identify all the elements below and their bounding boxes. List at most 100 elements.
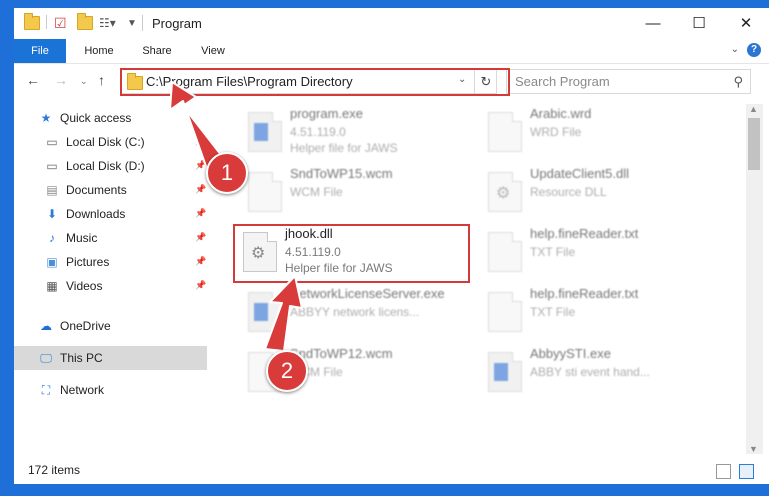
file-name: SndToWP12.wcm: [290, 346, 393, 361]
sidebar-item-quick-access[interactable]: ★ Quick access: [14, 106, 207, 130]
sidebar-item-downloads[interactable]: ⬇ Downloads 📌: [14, 202, 207, 226]
file-item-program-exe[interactable]: program.exe 4.51.119.0 Helper file for J…: [242, 104, 477, 164]
blank-file-icon: [248, 172, 282, 212]
expand-ribbon-icon[interactable]: ⌄: [731, 44, 739, 55]
address-folder-icon: [127, 73, 143, 90]
sidebar-item-pictures[interactable]: ▣ Pictures 📌: [14, 250, 207, 274]
exe-file-icon: [248, 292, 282, 332]
file-item-jhook-dll[interactable]: jhook.dll 4.51.119.0 Helper file for JAW…: [237, 224, 472, 284]
file-item-help-finereader-txt[interactable]: help.fineReader.txt TXT File: [482, 224, 717, 284]
blank-file-icon: [488, 292, 522, 332]
file-name: AbbyySTI.exe: [530, 346, 611, 361]
file-type: WCM File: [290, 185, 343, 199]
file-version: 4.51.119.0: [285, 245, 341, 259]
pin-icon[interactable]: 📌: [195, 208, 206, 219]
pin-icon[interactable]: 📌: [195, 160, 206, 171]
file-type: WRD File: [530, 125, 582, 139]
forward-arrow-icon[interactable]: →: [54, 72, 68, 88]
dll-file-icon: [488, 172, 522, 212]
file-item-sndtowp15-wcm[interactable]: SndToWP15.wcm WCM File: [242, 164, 477, 224]
file-name: help.fineReader.txt: [530, 226, 639, 241]
sidebar-item-label: Quick access: [60, 111, 132, 125]
address-bar[interactable]: C:\Program Files\Program Directory ⌄ ↻: [120, 69, 497, 94]
sidebar-item-label: Local Disk (D:): [66, 159, 145, 173]
file-name: Arabic.wrd: [530, 106, 592, 121]
file-description: ABBYY network licens...: [290, 305, 420, 319]
step-2-badge: 2: [266, 350, 308, 392]
download-icon: ⬇: [46, 207, 58, 221]
navigation-pane: ★ Quick access ▭ Local Disk (C:) 📌 ▭ Loc…: [14, 104, 207, 454]
customize-toolbar-icon[interactable]: ☷▾: [99, 15, 116, 31]
cloud-icon: ☁: [40, 319, 52, 333]
sidebar-item-documents[interactable]: ▤ Documents 📌: [14, 178, 207, 202]
details-view-icon[interactable]: [716, 464, 731, 479]
up-arrow-icon[interactable]: ↑: [98, 72, 105, 88]
network-icon: ⛶: [41, 382, 51, 397]
sidebar-item-this-pc[interactable]: 🖵 This PC: [14, 346, 207, 370]
navigation-bar: ← → ⌄ ↑ C:\Program Files\Program Directo…: [14, 64, 769, 98]
search-placeholder[interactable]: Search Program: [515, 74, 610, 89]
close-button[interactable]: ✕: [723, 8, 769, 38]
star-icon: ★: [40, 111, 52, 125]
file-name: NetworkLicenseServer.exe: [290, 286, 445, 301]
sidebar-item-label: Pictures: [66, 255, 110, 269]
pin-icon[interactable]: 📌: [195, 184, 206, 195]
dll-file-icon: [243, 232, 277, 272]
maximize-button[interactable]: ☐: [676, 8, 722, 38]
window-title: Program: [152, 16, 202, 31]
vertical-scrollbar[interactable]: ▲ ▼: [746, 104, 763, 454]
sidebar-item-label: Network: [60, 383, 105, 397]
file-name: jhook.dll: [285, 226, 333, 241]
music-icon: ♪: [49, 231, 55, 245]
back-arrow-icon[interactable]: ←: [26, 72, 40, 88]
scroll-down-icon[interactable]: ▼: [749, 444, 758, 454]
file-item-arabic-wrd[interactable]: Arabic.wrd WRD File: [482, 104, 717, 164]
file-type: Resource DLL: [530, 185, 607, 199]
sidebar-item-onedrive[interactable]: ☁ OneDrive: [14, 314, 207, 338]
file-item-abbyysti-exe[interactable]: AbbyySTI.exe ABBY sti event hand...: [482, 344, 717, 404]
new-folder-icon[interactable]: [77, 13, 93, 31]
pin-icon[interactable]: 📌: [195, 232, 206, 243]
sidebar-item-label: This PC: [60, 351, 103, 365]
exe-file-icon: [488, 352, 522, 392]
item-count: 172 items: [28, 463, 81, 477]
scroll-up-icon[interactable]: ▲: [749, 104, 758, 114]
sidebar-item-label: Downloads: [66, 207, 126, 221]
documents-icon: ▤: [46, 183, 58, 197]
address-path[interactable]: C:\Program Files\Program Directory: [146, 74, 353, 89]
sidebar-item-network[interactable]: ⛶ Network: [14, 378, 207, 402]
sidebar-item-local-disk-d[interactable]: ▭ Local Disk (D:) 📌: [14, 154, 207, 178]
explorer-window: ☑ ☷▾ ▼ Program — ☐ ✕ File Home Share Vie…: [14, 8, 769, 484]
file-item-updateclient5-dll[interactable]: UpdateClient5.dll Resource DLL: [482, 164, 717, 224]
sidebar-item-label: OneDrive: [60, 319, 111, 333]
folder-icon: [24, 13, 40, 31]
sidebar-item-videos[interactable]: ▦ Videos 📌: [14, 274, 207, 298]
scrollbar-thumb[interactable]: [748, 118, 760, 170]
tab-file[interactable]: File: [14, 39, 66, 63]
minimize-button[interactable]: —: [630, 8, 676, 38]
chevron-down-icon[interactable]: ▼: [127, 15, 137, 31]
large-icons-view-icon[interactable]: [739, 464, 754, 479]
help-icon[interactable]: ?: [747, 43, 761, 57]
search-box[interactable]: Search Program ⚲: [506, 69, 751, 94]
file-description: Helper file for JAWS: [285, 261, 393, 275]
tab-view[interactable]: View: [194, 39, 232, 63]
sidebar-item-label: Videos: [66, 279, 103, 293]
search-icon[interactable]: ⚲: [733, 74, 743, 90]
pin-icon[interactable]: 📌: [195, 136, 206, 147]
file-version: 4.51.119.0: [290, 125, 346, 139]
tab-home[interactable]: Home: [78, 39, 120, 63]
pin-icon[interactable]: 📌: [195, 280, 206, 291]
title-divider: [142, 15, 143, 31]
sidebar-item-music[interactable]: ♪ Music 📌: [14, 226, 207, 250]
pin-icon[interactable]: 📌: [195, 256, 206, 267]
address-dropdown-icon[interactable]: ⌄: [458, 74, 466, 85]
properties-icon[interactable]: ☑: [54, 15, 67, 31]
sidebar-item-local-disk-c[interactable]: ▭ Local Disk (C:) 📌: [14, 130, 207, 154]
recent-locations-icon[interactable]: ⌄: [80, 76, 88, 87]
file-item-networklicenseserver-exe[interactable]: NetworkLicenseServer.exe ABBYY network l…: [242, 284, 477, 344]
refresh-icon[interactable]: ↻: [474, 70, 497, 93]
tab-share[interactable]: Share: [136, 39, 178, 63]
file-list: program.exe 4.51.119.0 Helper file for J…: [232, 104, 742, 454]
file-item-help-finereader-txt-2[interactable]: help.fineReader.txt TXT File: [482, 284, 717, 344]
